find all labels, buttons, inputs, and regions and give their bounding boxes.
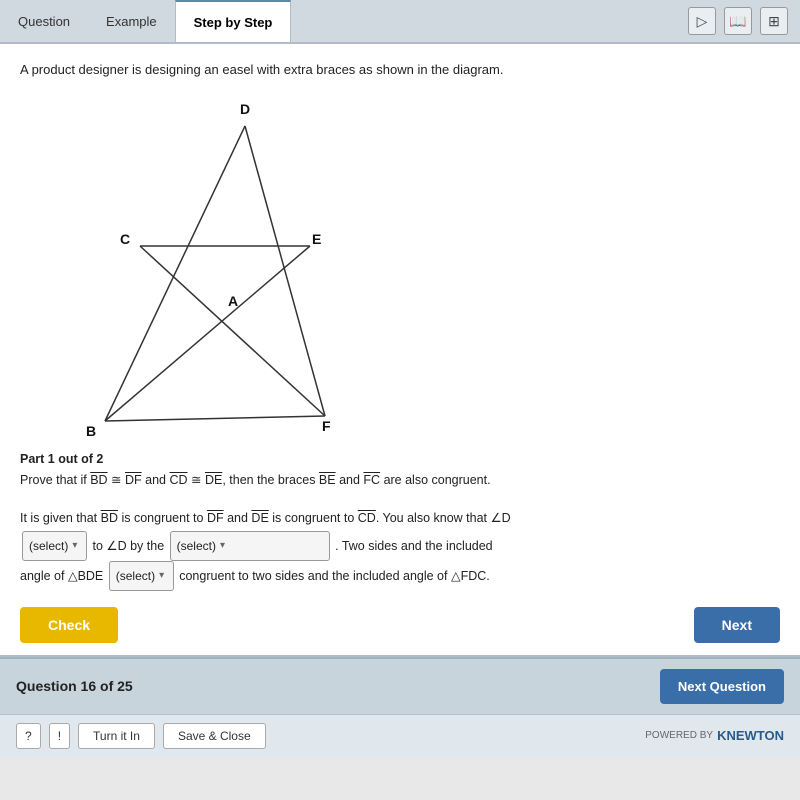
help-button[interactable]: ? [16, 723, 41, 749]
knewton-brand: POWERED BY KNEWTON [645, 728, 784, 743]
tab-question[interactable]: Question [0, 0, 88, 42]
select-1[interactable]: (select) ▾ [22, 531, 87, 561]
main-content: A product designer is designing an easel… [0, 44, 800, 655]
play-icon-button[interactable]: ▷ [688, 7, 716, 35]
select-3[interactable]: (select) ▾ [109, 561, 174, 591]
question-count: Question 16 of 25 [16, 678, 133, 694]
problem-description: A product designer is designing an easel… [20, 60, 780, 80]
next-question-button[interactable]: Next Question [660, 669, 784, 704]
svg-text:E: E [312, 231, 321, 247]
flag-button[interactable]: ! [49, 723, 70, 749]
svg-text:D: D [240, 101, 250, 117]
diagram-area: D C E A B F [20, 96, 780, 436]
svg-text:F: F [322, 418, 331, 434]
buttons-row: Check Next [20, 607, 780, 643]
next-button[interactable]: Next [694, 607, 780, 643]
chevron-down-icon: ▾ [72, 536, 77, 556]
turn-in-button[interactable]: Turn it In [78, 723, 155, 749]
action-bar: ? ! Turn it In Save & Close POWERED BY K… [0, 714, 800, 757]
bottom-bar: Question 16 of 25 Next Question [0, 657, 800, 714]
svg-text:C: C [120, 231, 130, 247]
chevron-down-icon-2: ▾ [220, 536, 225, 556]
svg-text:B: B [86, 423, 96, 436]
select-2[interactable]: (select) ▾ [170, 531, 330, 561]
tab-example[interactable]: Example [88, 0, 175, 42]
tab-bar: Question Example Step by Step ▷ 📖 ⊞ [0, 0, 800, 44]
prove-text: Prove that if BD ≅ DF and CD ≅ DE, then … [20, 470, 780, 490]
part-label: Part 1 out of 2 [20, 452, 780, 466]
book-icon-button[interactable]: 📖 [724, 7, 752, 35]
geometry-diagram: D C E A B F [50, 96, 360, 436]
chevron-down-icon-3: ▾ [159, 566, 164, 586]
check-button[interactable]: Check [20, 607, 118, 643]
svg-text:A: A [228, 293, 238, 309]
save-close-button[interactable]: Save & Close [163, 723, 266, 749]
tab-icon-group: ▷ 📖 ⊞ [688, 7, 800, 35]
tab-step-by-step[interactable]: Step by Step [175, 0, 292, 42]
grid-icon-button[interactable]: ⊞ [760, 7, 788, 35]
given-block: It is given that BD is congruent to DF a… [20, 506, 780, 591]
